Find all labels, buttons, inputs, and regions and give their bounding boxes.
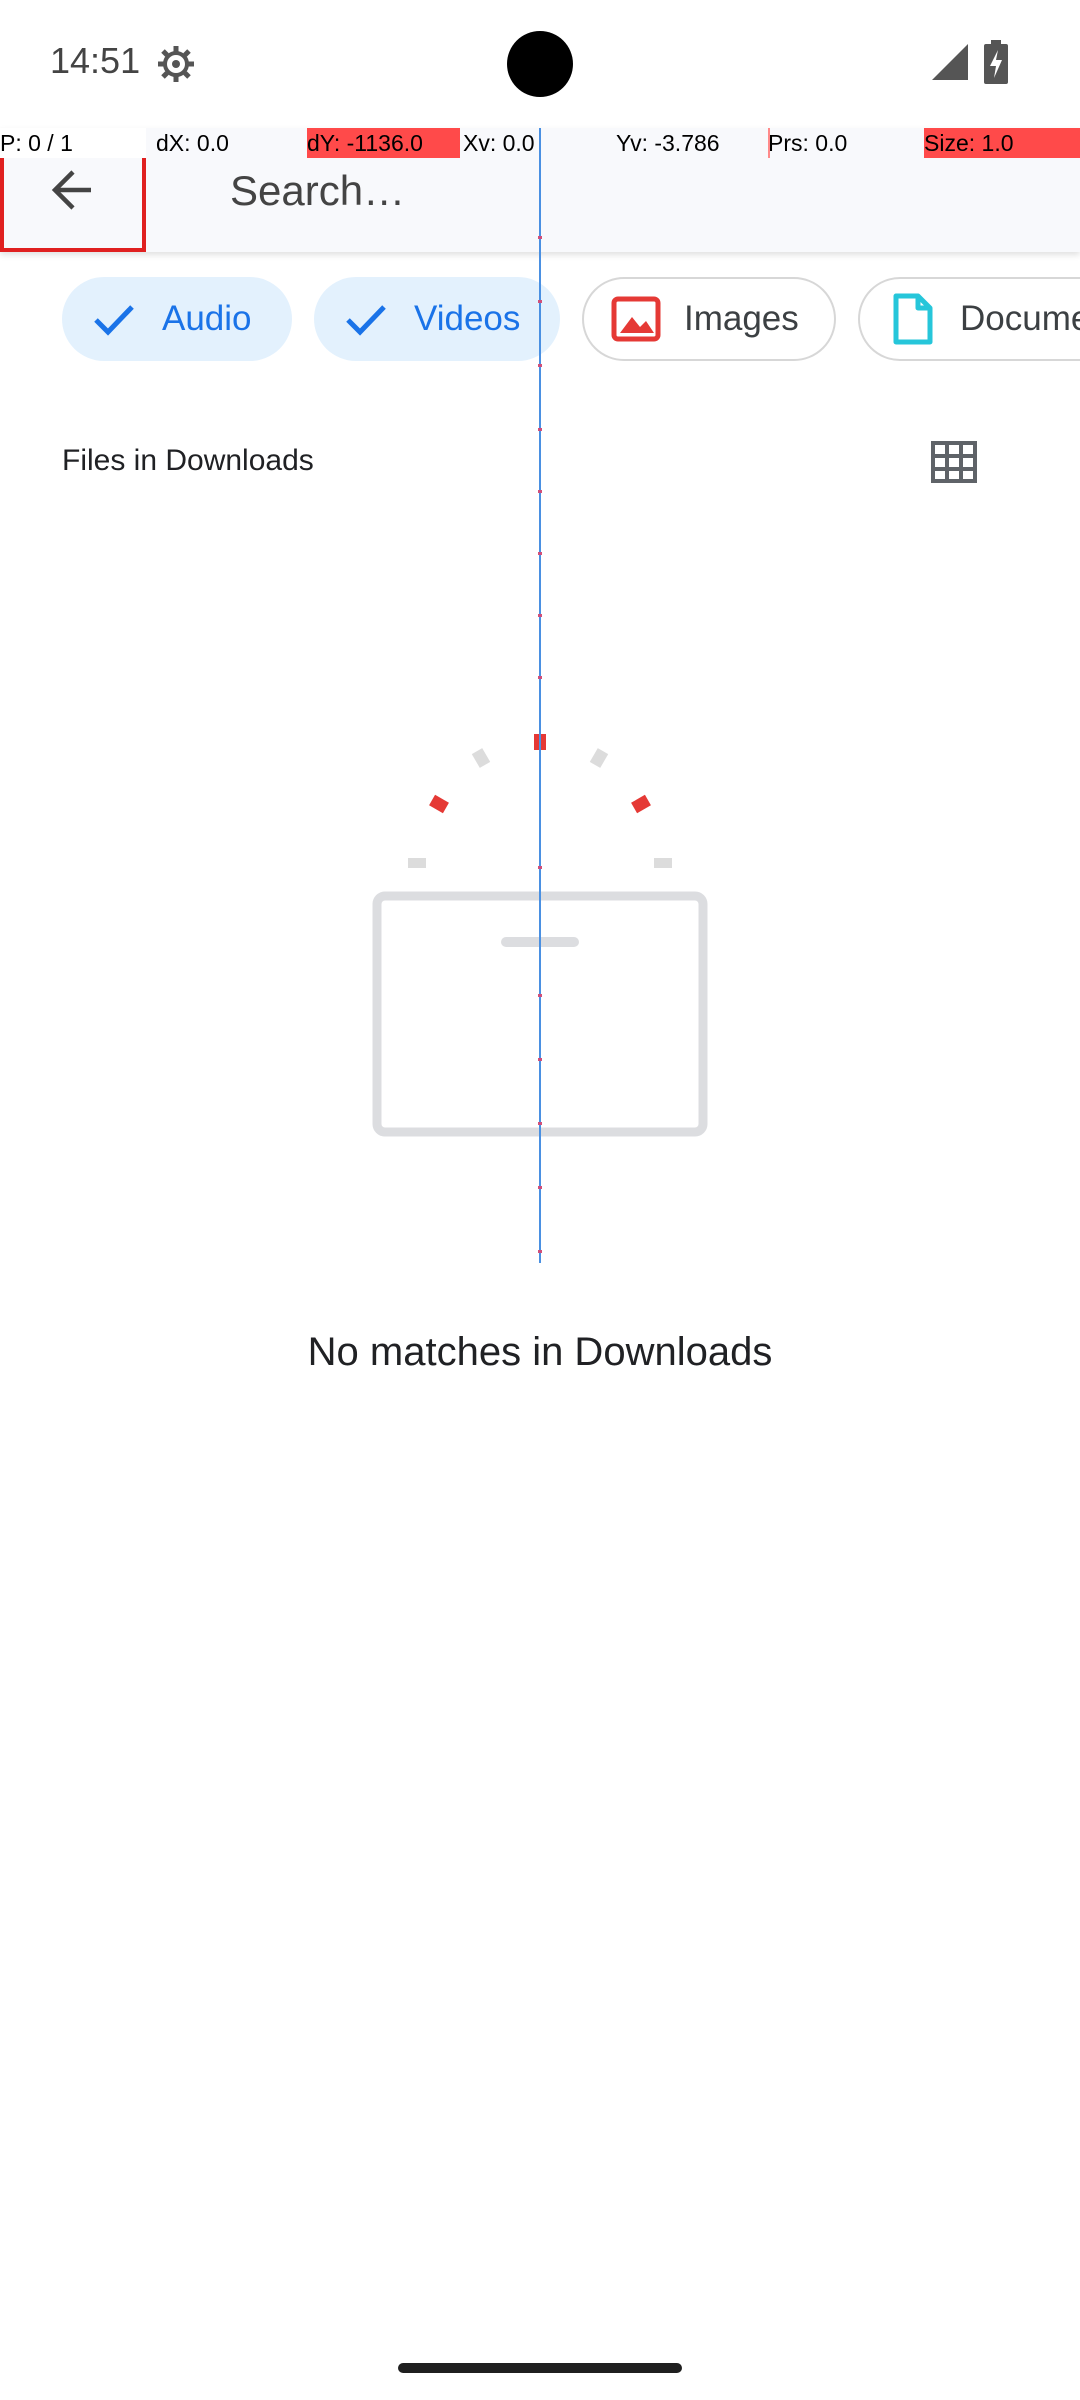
trace-tick	[538, 552, 542, 555]
trace-tick	[538, 490, 542, 493]
chip-videos[interactable]: Videos	[314, 277, 560, 361]
chip-label: Videos	[414, 299, 521, 338]
app-screen: 14:51 Search… P: 0 / 1 dX: 0.0 dY: -1136…	[0, 0, 1080, 2400]
dash-gray	[471, 748, 491, 768]
grid-view-icon[interactable]	[930, 440, 978, 484]
pointer-yv: Yv: -3.786	[616, 130, 720, 156]
document-icon	[893, 293, 933, 345]
trace-tick	[538, 676, 542, 679]
trace-tick	[538, 428, 542, 431]
gesture-nav-handle[interactable]	[398, 2363, 682, 2373]
chip-label: Documents	[960, 299, 1080, 338]
checkmark-icon	[94, 305, 134, 336]
chip-documents[interactable]: Documents	[858, 277, 1080, 361]
chip-label: Audio	[162, 299, 252, 338]
empty-state-message: No matches in Downloads	[307, 1330, 773, 1374]
settings-gear-icon	[158, 46, 194, 82]
chip-images[interactable]: Images	[582, 277, 836, 361]
pointer-pressure: Prs: 0.0	[768, 130, 848, 156]
status-time: 14:51	[50, 40, 141, 81]
trace-tick	[538, 1186, 542, 1189]
trace-tick	[538, 300, 542, 303]
checkmark-icon	[346, 305, 386, 336]
dash-gray	[589, 748, 609, 768]
pressure-tick	[768, 128, 770, 158]
filter-chips: Audio Videos Images Documents	[62, 277, 1080, 361]
dash-gray	[408, 858, 426, 868]
trace-tick	[538, 1058, 542, 1061]
trace-tick	[538, 1122, 542, 1125]
pointer-dx: dX: 0.0	[156, 130, 229, 156]
battery-charging-icon	[984, 40, 1008, 84]
status-bar: 14:51	[0, 0, 1080, 128]
trace-tick	[538, 236, 542, 239]
trace-tick	[538, 1250, 542, 1253]
dash-red-left	[429, 794, 449, 814]
section-title: Files in Downloads	[62, 444, 314, 477]
pointer-trace-line	[539, 128, 541, 1263]
trace-tick	[538, 614, 542, 617]
dash-gray	[654, 858, 672, 868]
arrow-back-icon	[51, 170, 91, 210]
image-icon	[611, 296, 661, 342]
pointer-dy: dY: -1136.0	[307, 128, 460, 158]
cellular-signal-icon	[932, 44, 968, 80]
trace-tick	[538, 364, 542, 367]
trace-tick	[538, 866, 542, 869]
pointer-xv: Xv: 0.0	[463, 130, 535, 156]
pointer-count: P: 0 / 1	[0, 128, 146, 158]
search-input[interactable]	[230, 156, 1050, 226]
chip-label: Images	[684, 299, 799, 338]
chip-audio[interactable]: Audio	[62, 277, 292, 361]
camera-cutout	[507, 31, 573, 97]
dash-red-right	[631, 794, 651, 814]
pointer-size: Size: 1.0	[924, 128, 1080, 158]
trace-tick	[538, 994, 542, 997]
